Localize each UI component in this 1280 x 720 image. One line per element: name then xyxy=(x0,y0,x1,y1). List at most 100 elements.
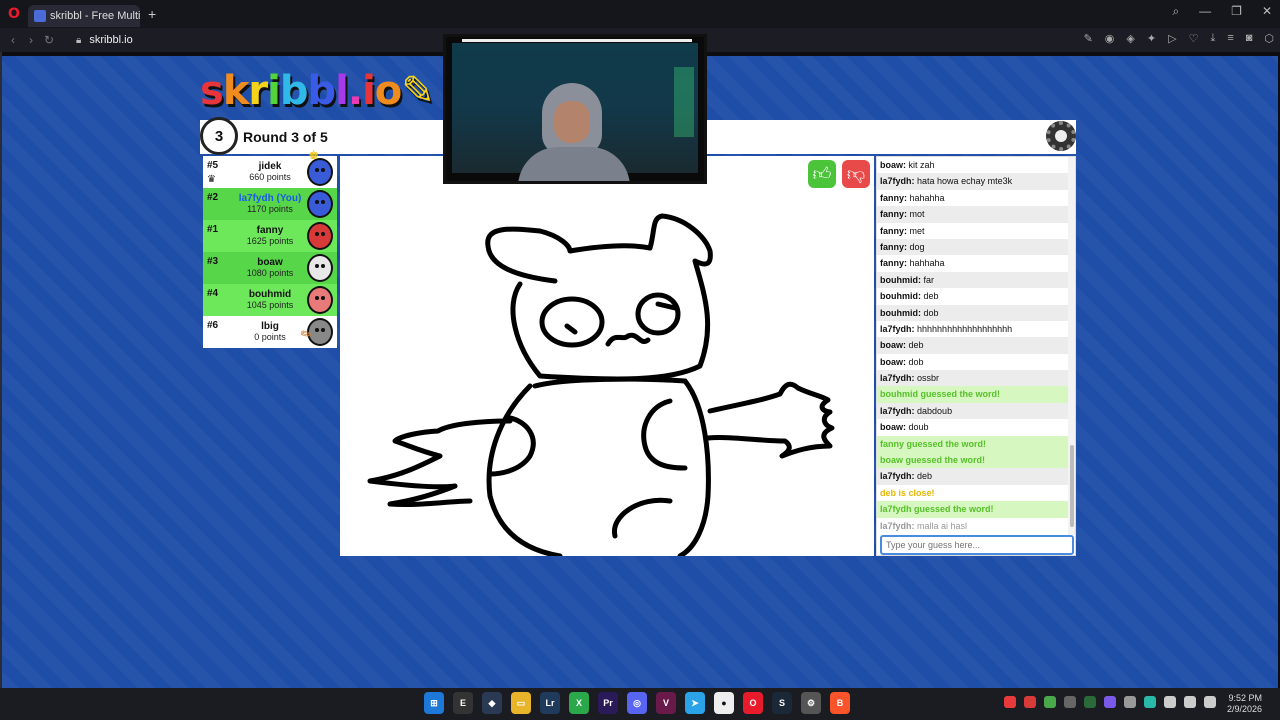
shield-icon[interactable]: ◈ xyxy=(1126,32,1134,45)
player-points: 1045 points xyxy=(246,300,294,310)
chat-message: fanny: hahhaha xyxy=(877,255,1069,271)
chat-text: deb xyxy=(908,340,924,351)
wifi-icon[interactable] xyxy=(1184,696,1196,708)
lock-icon: 🔒︎ xyxy=(76,34,82,46)
tray-icon-3[interactable] xyxy=(1044,696,1056,708)
round-clock-icon: 3 xyxy=(200,117,238,155)
player-row[interactable]: #1 fanny 1625 points xyxy=(203,220,337,252)
chat-text: doub xyxy=(908,422,929,433)
app-icon[interactable]: ◆ xyxy=(482,692,502,714)
chat-username: bouhmid: xyxy=(880,291,921,302)
player-name: lbig xyxy=(261,321,279,332)
app-icon-2[interactable]: V xyxy=(656,692,676,714)
settings-gear-icon[interactable] xyxy=(1046,121,1076,151)
chat-text: deb xyxy=(923,291,939,302)
premiere-icon[interactable]: Pr xyxy=(598,692,618,714)
chat-text: fanny guessed the word! xyxy=(880,438,987,449)
chat-text: hhhhhhhhhhhhhhhhhhh xyxy=(917,323,1013,334)
player-name: boaw xyxy=(257,257,283,268)
chat-text: hahahha xyxy=(909,192,945,203)
thumbs-down-icon[interactable]: 👎︎ xyxy=(842,160,870,188)
close-window-icon[interactable]: ✕ xyxy=(1262,4,1272,19)
steam-icon[interactable]: S xyxy=(772,692,792,714)
chat-username: la7fydh: xyxy=(880,405,915,416)
chat-message: la7fydh: hhhhhhhhhhhhhhhhhhh xyxy=(877,321,1069,337)
streamer-webcam xyxy=(443,34,707,184)
camera-icon[interactable]: ◉ xyxy=(1105,32,1115,45)
player-avatar xyxy=(307,222,333,250)
chat-message: la7fydh guessed the word! xyxy=(877,501,1069,518)
restore-icon[interactable]: ❐ xyxy=(1231,4,1242,19)
mic-icon[interactable] xyxy=(1164,696,1176,708)
chat-message: fanny: mot xyxy=(877,206,1069,223)
heart-icon[interactable]: ♡ xyxy=(1189,32,1199,45)
chat-username: boaw: xyxy=(880,160,906,170)
forward-icon[interactable]: › xyxy=(22,33,40,47)
extension-icon[interactable]: ✦ xyxy=(1147,32,1156,45)
settings-tray-icon[interactable] xyxy=(1124,696,1136,708)
wallet-icon[interactable]: ⬡ xyxy=(1264,32,1274,45)
guess-input[interactable] xyxy=(880,535,1074,555)
discord-icon[interactable]: ◎ xyxy=(627,692,647,714)
player-row[interactable]: #2 la7fydh (You) 1170 points xyxy=(203,188,337,220)
app-icon-3[interactable]: ⚙ xyxy=(801,692,821,714)
tray-icon-2[interactable] xyxy=(1024,696,1036,708)
search-tabs-icon[interactable]: ⌕ xyxy=(1172,4,1179,19)
minimize-icon[interactable]: — xyxy=(1199,4,1211,19)
back-icon[interactable]: ‹ xyxy=(4,33,22,47)
opera-icon[interactable]: O xyxy=(743,692,763,714)
drawing-strokes xyxy=(367,213,835,556)
drawing-canvas[interactable] xyxy=(340,156,874,556)
brave-icon[interactable]: B xyxy=(830,692,850,714)
player-points: 660 points xyxy=(249,172,291,182)
url-field[interactable]: skribbl.io xyxy=(89,34,132,46)
chat-message: bouhmid: far xyxy=(877,271,1069,289)
lightroom-icon[interactable]: Lr xyxy=(540,692,560,714)
player-row[interactable]: #4 bouhmid 1045 points xyxy=(203,284,337,316)
taskbar-clock[interactable]: 9:52 PM 2/9/2026 xyxy=(1227,693,1262,715)
chat-username: la7fydh: xyxy=(880,471,915,482)
tray-icon-6[interactable] xyxy=(1104,696,1116,708)
chat-text: bouhmid guessed the word! xyxy=(880,389,1001,400)
player-points: 1170 points xyxy=(247,204,293,214)
player-avatar xyxy=(307,158,333,186)
player-row[interactable]: #3 boaw 1080 points xyxy=(203,252,337,284)
edit-icon[interactable]: ✎ xyxy=(1084,32,1093,45)
new-tab-icon[interactable]: + xyxy=(148,6,156,22)
chat-message: fanny guessed the word! xyxy=(877,435,1069,453)
chat-text: dob xyxy=(908,356,924,367)
chat-message: la7fydh: malla ai hasl xyxy=(877,518,1069,534)
chat-scrollbar[interactable] xyxy=(1068,157,1075,535)
defender-icon[interactable] xyxy=(1144,696,1156,708)
reload-icon[interactable]: ↻ xyxy=(40,33,58,47)
opera-menu-icon[interactable]: O xyxy=(0,0,28,28)
chat-text: met xyxy=(909,225,925,236)
chat-text: dabdoub xyxy=(917,405,953,416)
player-row[interactable]: #6 lbig 0 points ✎ xyxy=(203,316,337,348)
skribbl-logo: skribbl.io✎ xyxy=(200,68,435,114)
epic-games-icon[interactable]: E xyxy=(453,692,473,714)
telegram-icon[interactable]: ➤ xyxy=(685,692,705,714)
player-row[interactable]: #5 ♛ jidek 660 points ♚ xyxy=(203,148,337,188)
player-points: 1080 points xyxy=(246,268,294,278)
profile-icon[interactable]: ◙ xyxy=(1246,32,1253,45)
player-rank: #3 xyxy=(207,256,219,267)
volume-icon[interactable] xyxy=(1204,696,1216,708)
chat-message: bouhmid: deb xyxy=(877,288,1069,304)
tray-icon-4[interactable] xyxy=(1064,696,1076,708)
thumbs-up-icon[interactable]: 👍︎ xyxy=(808,160,836,188)
download-icon[interactable]: ⤓ xyxy=(1210,32,1215,45)
obs-icon[interactable]: ● xyxy=(714,692,734,714)
chat-text: boaw guessed the word! xyxy=(880,455,986,466)
chat-username: la7fydh: xyxy=(880,520,915,531)
windows-start-icon[interactable]: ⊞ xyxy=(424,692,444,714)
chat-message: bouhmid: dob xyxy=(877,304,1069,321)
record-icon[interactable] xyxy=(1004,696,1016,708)
browser-tab-bar: O skribbl - Free Multipla ✕ + ⌕ — ❐ ✕ xyxy=(0,0,1280,28)
file-explorer-icon[interactable]: ▭ xyxy=(511,692,531,714)
menu-icon[interactable]: ≡ xyxy=(1227,32,1233,45)
browser-tab[interactable]: skribbl - Free Multipla ✕ xyxy=(28,5,140,27)
player-icon[interactable]: ▷ xyxy=(1168,32,1176,45)
xbox-icon[interactable]: X xyxy=(569,692,589,714)
tray-icon-5[interactable] xyxy=(1084,696,1096,708)
